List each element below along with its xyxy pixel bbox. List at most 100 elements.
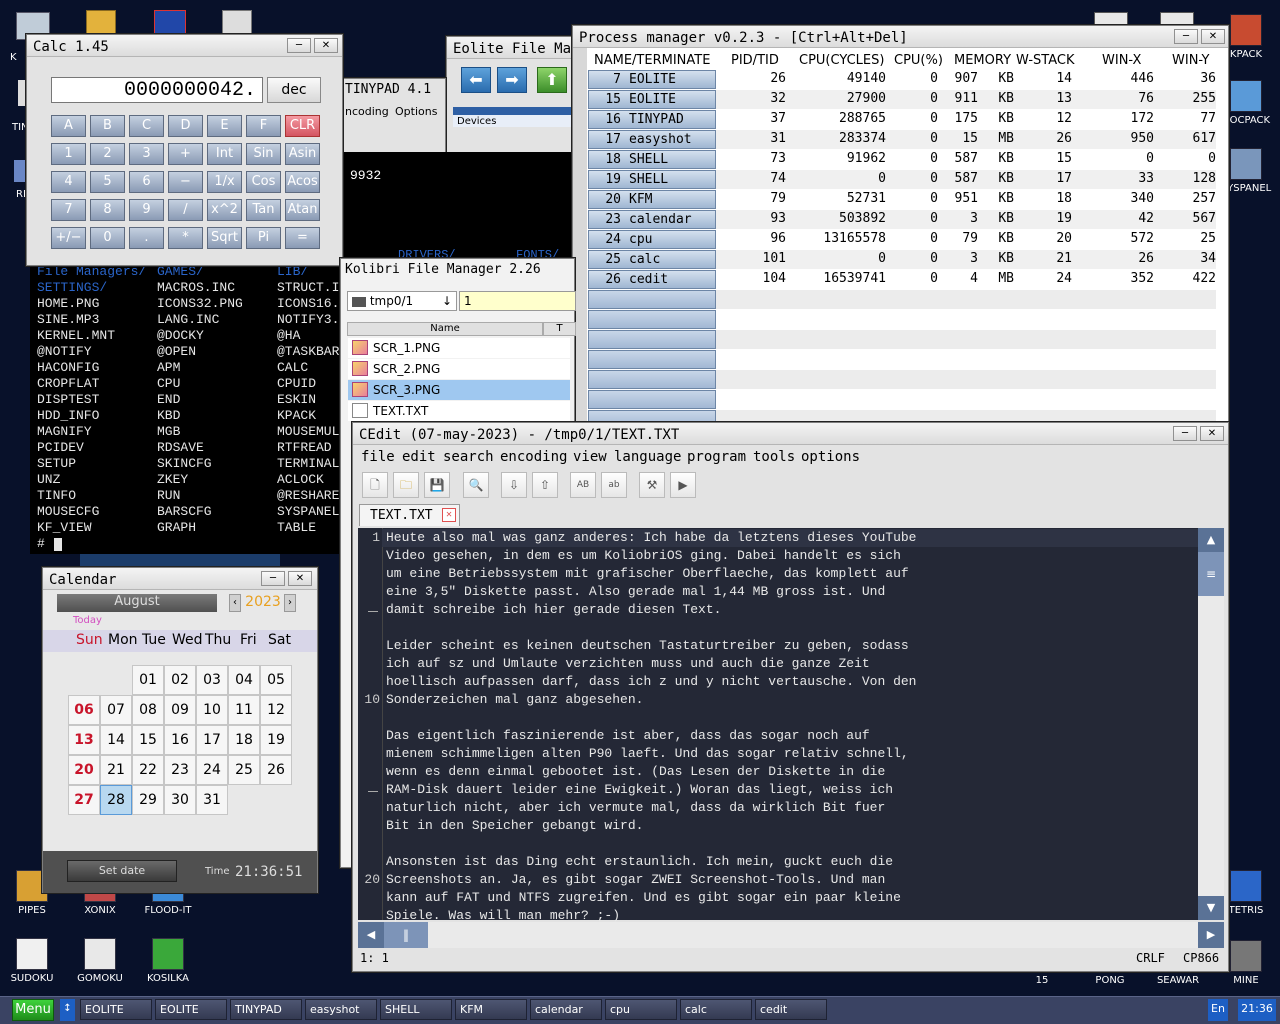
taskbar-button-eolite[interactable]: EOLITE [80,999,152,1020]
desktop-icon-partial[interactable] [1094,12,1128,26]
calc-key[interactable]: 2 [90,143,125,165]
calendar-day[interactable]: 26 [260,755,292,785]
calc-key[interactable]: A [51,115,86,137]
month-select[interactable]: August [57,594,217,612]
process-terminate-button[interactable]: 15 EOLITE [588,90,716,109]
close-button[interactable]: ✕ [314,38,338,53]
calc-key[interactable]: 1/x [207,171,242,193]
file-list-item[interactable]: SCR_2.PNG [348,359,570,379]
calendar-day[interactable]: 27 [68,785,100,815]
calendar-day[interactable]: 09 [164,695,196,725]
process-terminate-button[interactable]: 18 SHELL [588,150,716,169]
arrow-down-icon[interactable]: ⇩ [501,472,527,498]
lowercase-button[interactable]: ab [601,472,627,498]
menu-button[interactable]: Menu [12,999,54,1021]
scroll-right-button[interactable]: ▶ [1198,922,1224,948]
menu-program[interactable]: program [687,449,746,465]
menu-language[interactable]: language [614,449,681,465]
process-terminate-button[interactable]: 23 calendar [588,210,716,229]
calc-key[interactable]: C [129,115,164,137]
pm-column-header[interactable]: NAME/TERMINATE [594,53,710,68]
language-indicator[interactable]: En [1208,999,1228,1021]
calc-key[interactable]: + [168,143,203,165]
calc-key[interactable]: / [168,199,203,221]
calendar-day[interactable]: 16 [164,725,196,755]
menu-file[interactable]: file [361,449,395,465]
calendar-day[interactable]: 19 [260,725,292,755]
calendar-day[interactable]: 06 [68,695,100,725]
calendar-day[interactable]: 07 [100,695,132,725]
process-empty-slot[interactable] [588,290,716,309]
menu-options[interactable]: options [801,449,860,465]
process-terminate-button[interactable]: 7 EOLITE [588,70,716,89]
new-file-icon[interactable]: 🗋 [362,472,388,498]
menu-tools[interactable]: tools [753,449,795,465]
pm-column-header[interactable]: PID/TID [731,53,779,68]
calendar-day[interactable]: 08 [132,695,164,725]
calc-key[interactable]: 8 [90,199,125,221]
calc-key[interactable]: Tan [246,199,281,221]
window-title[interactable]: Process manager v0.2.3 - [Ctrl+Alt+Del] [573,26,1228,48]
calc-key[interactable]: 1 [51,143,86,165]
process-terminate-button[interactable]: 17 easyshot [588,130,716,149]
calendar-day[interactable]: 18 [228,725,260,755]
kfm-path-input[interactable]: 1 [459,291,576,311]
calc-key[interactable]: x^2 [207,199,242,221]
calendar-day[interactable]: 30 [164,785,196,815]
calc-key[interactable]: E [207,115,242,137]
calc-key[interactable]: 9 [129,199,164,221]
calc-key[interactable]: 0 [90,227,125,249]
calendar-day[interactable]: 03 [196,665,228,695]
process-terminate-button[interactable]: 25 calc [588,250,716,269]
calc-key[interactable]: Sin [246,143,281,165]
process-terminate-button[interactable]: 19 SHELL [588,170,716,189]
hscroll-thumb[interactable]: ‖ [384,922,428,948]
calendar-day[interactable]: 24 [196,755,228,785]
pm-column-header[interactable]: WIN-Y [1172,53,1210,68]
calc-key[interactable]: Atan [285,199,320,221]
taskbar-button-cpu[interactable]: cpu [605,999,677,1020]
build-icon[interactable]: ⚒ [639,472,665,498]
file-list-item[interactable]: TEXT.TXT [348,401,570,421]
year-next-button[interactable]: › [284,594,296,612]
process-empty-slot[interactable] [588,310,716,329]
calendar-day[interactable]: 23 [164,755,196,785]
desktop-icon-partial[interactable] [222,10,252,36]
window-title[interactable]: CEdit (07-may-2023) - /tmp0/1/TEXT.TXT [353,423,1228,445]
calc-key[interactable]: . [129,227,164,249]
calendar-day[interactable]: 17 [196,725,228,755]
scroll-up-button[interactable]: ▲ [1198,528,1224,552]
calendar-day[interactable]: 15 [132,725,164,755]
calc-key[interactable]: 6 [129,171,164,193]
scroll-thumb[interactable]: ≡ [1198,552,1224,596]
process-empty-slot[interactable] [588,390,716,409]
desktop-icon-partial[interactable] [86,10,116,36]
desktop-icon-kosilka[interactable]: KOSILKA [136,938,200,984]
process-empty-slot[interactable] [588,350,716,369]
kfm-title[interactable]: Kolibri File Manager 2.26 [345,262,541,277]
minimize-button[interactable]: ─ [261,571,285,586]
calendar-day[interactable]: 01 [132,665,164,695]
close-button[interactable]: ✕ [288,571,312,586]
calc-key[interactable]: 7 [51,199,86,221]
uppercase-button[interactable]: AB [570,472,596,498]
process-terminate-button[interactable]: 24 cpu [588,230,716,249]
calc-key[interactable]: F [246,115,281,137]
up-button[interactable]: ⬆ [537,67,567,93]
file-list-item[interactable]: SCR_3.PNG [348,380,570,400]
menu-encoding[interactable]: encoding [500,449,567,465]
calc-key[interactable]: Asin [285,143,320,165]
calendar-day[interactable]: 12 [260,695,292,725]
pm-column-header[interactable]: CPU(%) [894,53,943,68]
run-icon[interactable]: ▶ [670,472,696,498]
calendar-day[interactable]: 13 [68,725,100,755]
calc-key[interactable]: * [168,227,203,249]
file-list-item[interactable]: SCR_1.PNG [348,338,570,358]
calc-key[interactable]: Acos [285,171,320,193]
calc-key[interactable]: Cos [246,171,281,193]
calc-key[interactable]: 4 [51,171,86,193]
shell-window[interactable]: File Managers/GAMES/LIB/SETTINGS/MACROS.… [30,262,345,554]
desktop-icon-partial[interactable] [154,10,186,36]
search-icon[interactable]: 🔍 [463,472,489,498]
close-icon[interactable]: ✕ [442,508,456,522]
